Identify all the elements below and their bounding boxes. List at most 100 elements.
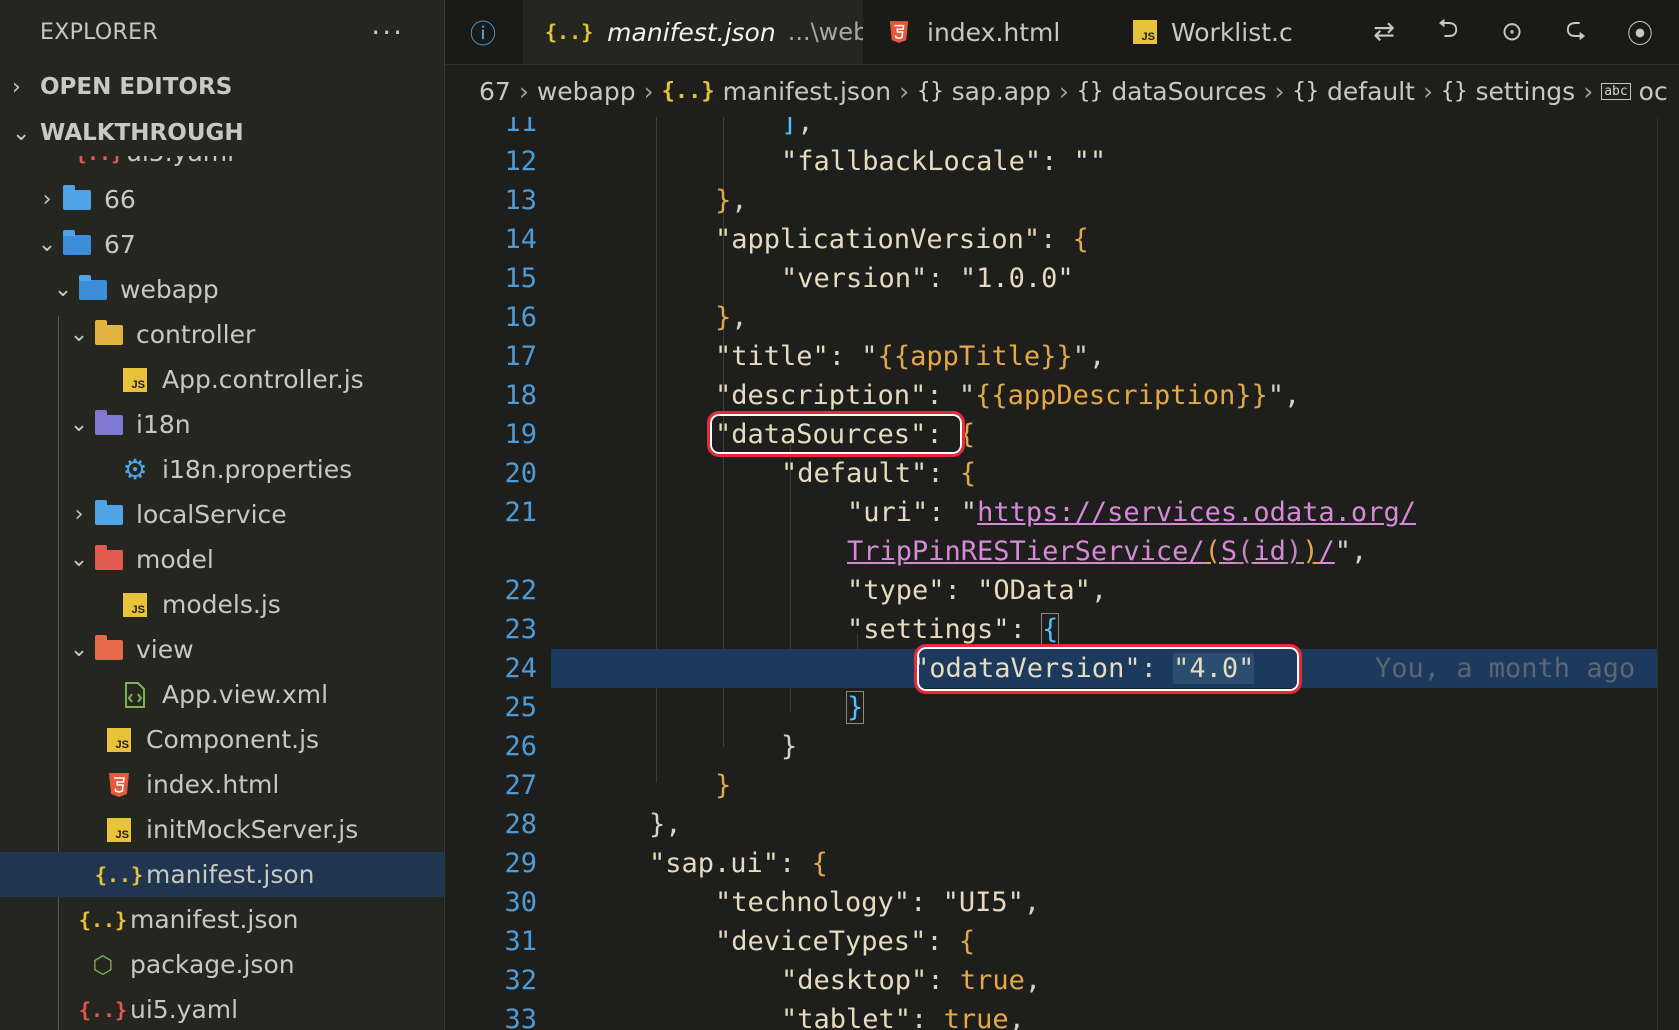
code-line: 31 "deviceTypes": { [504,926,976,957]
open-editors-section[interactable]: › OPEN EDITORS [0,64,444,110]
tab-manifest-json[interactable]: {..} manifest.json ...\webapp ✕ [523,0,863,64]
gear-icon: ⚙ [122,453,148,486]
tree-item-models-js[interactable]: JS models.js [0,582,444,627]
tree-item-ui5-yaml[interactable]: {..} ui5.yaml [0,987,444,1030]
tab-worklist[interactable]: JS Worklist.c [1107,0,1347,64]
tree-item-i18n[interactable]: ⌄ i18n [0,402,444,447]
folder-icon [92,499,126,530]
chevron-down-icon: ⌄ [69,322,89,347]
breadcrumb-item[interactable]: settings [1475,77,1575,106]
breadcrumb-item[interactable]: sap.app [952,77,1051,106]
walkthrough-label: WALKTHROUGH [40,120,244,146]
code-line: 19 "dataSources": { [504,419,976,450]
chevron-down-icon: ⌄ [37,232,57,257]
folder-icon [60,184,94,215]
code-line: 21 "uri": "https://services.odata.org/ [504,497,1416,528]
breadcrumb-item[interactable]: 67 [479,77,511,106]
open-changes-icon[interactable]: ⇄ [1366,14,1402,50]
view-folder-icon [92,634,126,665]
highlight-datasources [707,411,965,457]
breadcrumb-item[interactable]: manifest.json [723,77,892,106]
tab-index-html[interactable]: index.html [865,0,1105,64]
tree-item-manifest-json-webapp[interactable]: {..} manifest.json [0,852,444,897]
breadcrumb: 67 › webapp › {..} manifest.json › {} sa… [445,65,1679,117]
json-icon: {..} [545,20,594,44]
chevron-down-icon: ⌄ [69,637,89,662]
code-line: 26 } [504,731,798,762]
tree-item-i18n-properties[interactable]: ⚙ i18n.properties [0,447,444,492]
tree-item-folder-66[interactable]: › 66 [0,177,444,222]
code-line: 15 "version": "1.0.0" [504,263,1074,294]
tree-item-view[interactable]: ⌄ view [0,627,444,672]
git-lens-icon[interactable]: ⦿ [1622,14,1658,50]
explorer-sidebar: EXPLORER ··· › OPEN EDITORS ⌄ WALKTHROUG… [0,0,445,1030]
i18n-folder-icon [92,409,126,440]
tree-item-localservice[interactable]: › localService [0,492,444,537]
editor-tab-bar: ⓘ {..} manifest.json ...\webapp ✕ index.… [445,0,1679,65]
chevron-right-icon: › [1583,76,1594,106]
code-line: 20 "default": { [504,458,977,489]
chevron-right-icon: › [12,74,21,100]
model-folder-icon [92,544,126,575]
tree-item-package-json[interactable]: ⬡ package.json [0,942,444,987]
code-line: 32 "desktop": true, [504,965,1042,996]
walkthrough-section[interactable]: ⌄ WALKTHROUGH [0,110,444,156]
more-actions-icon[interactable]: ··· [371,16,404,49]
tree-item-folder-67[interactable]: ⌄ 67 [0,222,444,267]
code-line: 11 ], [504,117,814,138]
object-icon: {} [1076,78,1104,104]
string-icon: abc [1601,82,1631,100]
editor-scrollbar[interactable] [1657,117,1679,1030]
info-icon[interactable]: ⓘ [465,14,501,50]
node-icon: ⬡ [92,950,114,979]
code-line: 17 "title": "{{appTitle}}", [504,341,1106,372]
tree-item-component-js[interactable]: JS Component.js [0,717,444,762]
chevron-down-icon: ⌄ [69,547,89,572]
code-line: 30 "technology": "UI5", [504,887,1041,918]
tree-item-initmockserver-js[interactable]: JS initMockServer.js [0,807,444,852]
code-editor[interactable]: 11 ], 12 "fallbackLocale": "" 13 }, 14 "… [445,117,1657,1030]
json-icon: {..} [94,862,144,887]
json-icon: {..} [661,78,715,104]
code-line: 22 "type": "OData", [504,575,1108,606]
object-icon: {} [917,78,944,104]
folder-open-icon [60,229,94,260]
tree-item-ui5-yaml-top[interactable]: {..} ui5.yaml [0,156,444,175]
git-blame-annotation: You, a month ago [1375,653,1636,684]
code-line-wrap: TripPinRESTierService/(S(id))/", [847,536,1368,567]
explorer-title: EXPLORER [40,19,158,45]
uri-link[interactable]: https://services.odata.org/ [977,497,1416,528]
js-icon: JS [102,815,136,845]
tree-item-controller[interactable]: ⌄ controller [0,312,444,357]
next-change-icon[interactable]: ⮎ [1558,14,1594,50]
chevron-right-icon: › [74,502,84,527]
chevron-right-icon: › [899,76,910,106]
breadcrumb-item[interactable]: webapp [537,77,636,106]
breadcrumb-item[interactable]: dataSources [1111,77,1266,106]
html-icon [102,770,136,800]
previous-change-icon[interactable]: ⮌ [1430,14,1466,50]
tree-item-model[interactable]: ⌄ model [0,537,444,582]
json-icon: {..} [78,907,128,932]
js-icon: JS [118,590,152,620]
chevron-right-icon: › [643,76,654,106]
highlight-odataversion [914,644,1302,694]
tree-item-webapp[interactable]: ⌄ webapp [0,267,444,312]
code-line: 12 "fallbackLocale": "" [504,146,1107,177]
open-editors-label: OPEN EDITORS [40,74,233,100]
breadcrumb-item[interactable]: default [1327,77,1415,106]
breadcrumb-item[interactable]: oc [1639,77,1668,106]
code-line: 13 }, [504,185,748,216]
code-line: 27 } [504,770,732,801]
commit-icon[interactable]: ⊙ [1494,14,1530,50]
xml-icon [118,680,152,710]
controller-folder-icon [92,319,126,350]
tree-item-app-view-xml[interactable]: App.view.xml [0,672,444,717]
tree-item-manifest-json[interactable]: {..} manifest.json [0,897,444,942]
explorer-header: EXPLORER ··· [0,0,444,64]
code-line: 16 }, [504,302,748,333]
code-line: 18 "description": "{{appDescription}}", [504,380,1301,411]
html-icon [889,20,909,44]
tree-item-app-controller-js[interactable]: JS App.controller.js [0,357,444,402]
tree-item-index-html[interactable]: index.html [0,762,444,807]
